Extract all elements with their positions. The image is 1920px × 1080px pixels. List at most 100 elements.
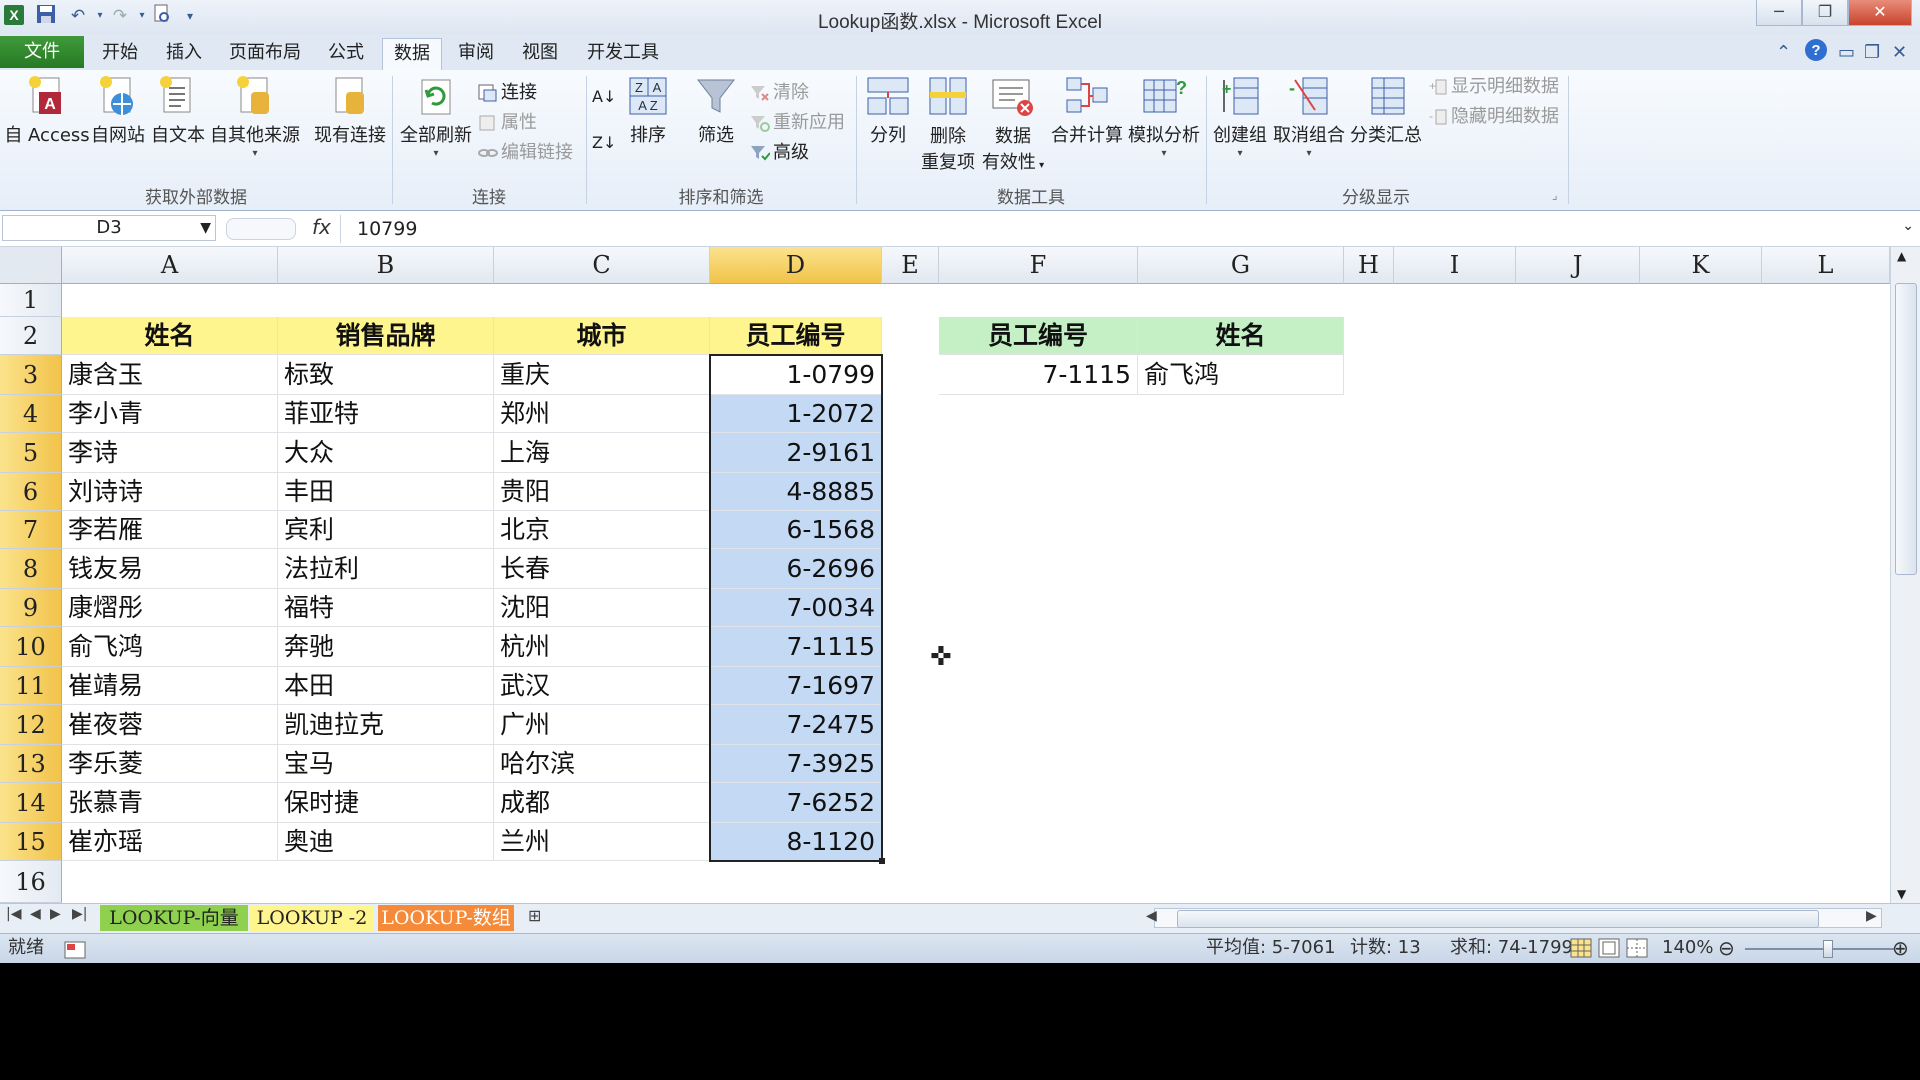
lookup-header-cell[interactable]: 姓名 [1138,317,1344,355]
connections-button[interactable]: 连接 [478,80,537,106]
doc-close-icon[interactable]: ✕ [1892,42,1907,63]
normal-view-icon[interactable] [1570,938,1592,963]
column-header-c[interactable]: C [494,247,710,284]
table-cell[interactable]: 哈尔滨 [494,745,710,783]
subtotal-button[interactable]: 分类汇总 [1348,74,1424,148]
row-header-3[interactable]: 3 [0,355,62,395]
doc-minimize-icon[interactable]: ▭ [1838,42,1855,63]
doc-restore-icon[interactable]: ❐ [1864,42,1880,63]
macro-record-icon[interactable] [64,940,86,963]
zoom-slider[interactable] [1745,948,1895,950]
table-cell[interactable]: 菲亚特 [278,395,494,433]
tab-page-layout[interactable]: 页面布局 [222,38,308,68]
sort-button[interactable]: ZAA Z 排序 [618,74,678,148]
help-icon[interactable]: ? [1804,38,1828,67]
from-other-sources-button[interactable]: 自其他来源 ▾ [208,74,302,160]
column-header-a[interactable]: A [62,247,278,284]
from-web-button[interactable]: 自网站 [88,74,148,148]
prev-sheet-icon[interactable]: ◀ [30,906,41,922]
group-button[interactable]: + 创建组 ▾ [1210,74,1270,160]
select-all-button[interactable] [0,247,62,284]
dialog-launcher-icon[interactable]: ⌟ [1552,182,1558,208]
row-header-12[interactable]: 12 [0,705,62,745]
tab-developer[interactable]: 开发工具 [578,38,668,68]
table-cell[interactable]: 李诗 [62,433,278,473]
next-sheet-icon[interactable]: ▶ [50,906,61,922]
horizontal-scroll-thumb[interactable] [1177,910,1819,928]
edit-links-button[interactable]: 编辑链接 [478,140,573,166]
column-header-g[interactable]: G [1138,247,1344,284]
table-cell[interactable]: 福特 [278,589,494,627]
table-cell[interactable]: 宾利 [278,511,494,549]
table-cell[interactable]: 沈阳 [494,589,710,627]
text-to-columns-button[interactable]: 分列 [860,74,916,148]
table-header-cell[interactable]: 销售品牌 [278,317,494,355]
employee-id-cell[interactable]: 4-8885 [710,473,882,511]
employee-id-cell[interactable]: 6-2696 [710,549,882,589]
scroll-left-icon[interactable]: ◀ [1146,908,1157,924]
row-header-13[interactable]: 13 [0,745,62,783]
remove-duplicates-button[interactable]: 删除 重复项 [918,74,978,176]
table-cell[interactable]: 崔夜蓉 [62,705,278,745]
column-header-i[interactable]: I [1394,247,1516,284]
table-cell[interactable]: 大众 [278,433,494,473]
formula-input[interactable]: 10799 [340,215,1900,243]
column-header-h[interactable]: H [1344,247,1394,284]
table-cell[interactable]: 标致 [278,355,494,395]
page-layout-view-icon[interactable] [1598,938,1620,963]
column-header-k[interactable]: K [1640,247,1762,284]
table-cell[interactable]: 康含玉 [62,355,278,395]
from-access-button[interactable]: A 自 Access [4,74,90,148]
close-button[interactable]: ✕ [1848,0,1912,26]
from-text-button[interactable]: 自文本 [148,74,208,148]
lookup-header-cell[interactable]: 员工编号 [939,317,1138,355]
row-header-4[interactable]: 4 [0,395,62,433]
table-header-cell[interactable]: 姓名 [62,317,278,355]
table-cell[interactable]: 奥迪 [278,823,494,861]
expand-formula-bar-icon[interactable]: ⌄ [1902,218,1914,234]
table-cell[interactable]: 兰州 [494,823,710,861]
vertical-scroll-thumb[interactable] [1895,283,1917,575]
table-header-cell[interactable]: 员工编号 [710,317,882,355]
table-cell[interactable]: 崔靖易 [62,667,278,705]
sheet-tab-1[interactable]: LOOKUP-向量 [100,905,248,931]
insert-sheet-icon[interactable]: ⊞ [528,906,541,925]
table-cell[interactable]: 奔驰 [278,627,494,667]
row-header-9[interactable]: 9 [0,589,62,627]
sort-ascending-button[interactable]: A↓ [592,84,616,110]
first-sheet-icon[interactable]: |◀ [6,906,21,922]
consolidate-button[interactable]: 合并计算 [1050,74,1124,148]
row-header-10[interactable]: 10 [0,627,62,667]
tab-home[interactable]: 开始 [92,38,148,68]
column-header-d[interactable]: D [710,247,882,284]
employee-id-cell[interactable]: 1-0799 [710,355,882,395]
table-cell[interactable]: 张慕青 [62,783,278,823]
zoom-slider-thumb[interactable] [1822,940,1833,958]
table-cell[interactable]: 广州 [494,705,710,745]
tab-review[interactable]: 审阅 [448,38,504,68]
table-header-cell[interactable]: 城市 [494,317,710,355]
table-cell[interactable]: 重庆 [494,355,710,395]
table-cell[interactable]: 保时捷 [278,783,494,823]
collapse-ribbon-icon[interactable]: ⌃ [1776,42,1791,63]
tab-file[interactable]: 文件 [0,36,84,68]
table-cell[interactable]: 武汉 [494,667,710,705]
tab-data[interactable]: 数据 [382,38,442,71]
minimize-button[interactable]: ─ [1756,0,1802,26]
row-header-1[interactable]: 1 [0,284,62,317]
employee-id-cell[interactable]: 7-2475 [710,705,882,745]
data-validation-button[interactable]: 数据 有效性 ▾ [980,74,1046,179]
column-header-b[interactable]: B [278,247,494,284]
table-cell[interactable]: 北京 [494,511,710,549]
show-detail-button[interactable]: + 显示明细数据 [1428,74,1559,100]
table-cell[interactable]: 刘诗诗 [62,473,278,511]
worksheet-grid[interactable]: ABCDEFGHIJKL 1 2 3 4 5 6 7 8 9 10 11 12 13 14 15 16 姓名销… [0,247,1890,903]
zoom-out-icon[interactable]: ⊖ [1718,934,1735,962]
column-header-f[interactable]: F [939,247,1138,284]
table-cell[interactable]: 宝马 [278,745,494,783]
advanced-filter-button[interactable]: 高级 [750,140,809,166]
name-box[interactable]: D3 ▼ [2,215,216,241]
table-cell[interactable]: 成都 [494,783,710,823]
table-cell[interactable]: 李小青 [62,395,278,433]
insert-function-icon[interactable]: fx [312,215,331,239]
